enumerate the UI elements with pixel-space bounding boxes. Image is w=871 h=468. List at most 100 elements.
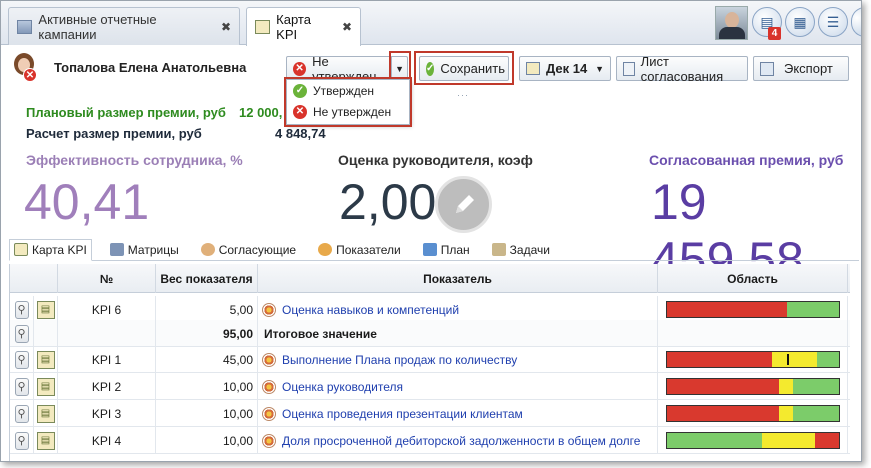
- total-row[interactable]: ⚲ 95,00 Итоговое значение: [10, 320, 850, 347]
- subtab-label: Показатели: [336, 242, 401, 257]
- paperclip-icon[interactable]: ⚲: [14, 404, 29, 423]
- indicator-link[interactable]: Выполнение Плана продаж по количеству: [282, 353, 517, 367]
- status-option-not-approved[interactable]: ✕ Не утвержден: [287, 101, 409, 122]
- period-select[interactable]: Дек 14 ▼: [519, 56, 611, 81]
- notification-count-badge: 4: [768, 27, 781, 40]
- table-row[interactable]: ⚲ ▤ KPI 3 10,00 Оценка проведения презентаци…: [10, 400, 850, 427]
- export-icon: [760, 61, 774, 76]
- area-cell: [658, 373, 848, 400]
- efficiency-label: Эффективность сотрудника, %: [26, 152, 243, 168]
- subtab-plan[interactable]: План: [419, 239, 474, 261]
- area-segment: [778, 379, 793, 394]
- area-segment: [761, 433, 815, 448]
- not-approved-icon: ✕: [293, 61, 307, 76]
- not-approved-icon: ✕: [293, 104, 307, 119]
- area-cell: [658, 346, 848, 373]
- close-icon[interactable]: ✖: [332, 20, 352, 34]
- indicator-icon: [262, 406, 276, 421]
- area-cell: [658, 400, 848, 427]
- header-number[interactable]: №: [58, 264, 156, 293]
- efficiency-value: 40,41: [24, 174, 150, 230]
- chevron-down-icon[interactable]: ▼: [391, 57, 407, 80]
- attachment-cell: ⚲: [10, 400, 34, 427]
- status-option-approved[interactable]: ✓ Утвержден: [287, 80, 409, 101]
- status-select[interactable]: ✕ Не утвержден ▼: [286, 54, 408, 84]
- plan-bonus-value: 12 000,: [239, 105, 283, 120]
- calc-bonus-label: Расчет размер премии, руб: [26, 126, 202, 141]
- header-weight[interactable]: Вес показателя: [156, 264, 258, 293]
- table-row[interactable]: ⚲ ▤ KPI 6 5,00 Оценка навыков и компетенций: [10, 296, 850, 323]
- kpi-card-icon[interactable]: ▤: [36, 350, 55, 369]
- table-header: № Вес показателя Показатель Область: [10, 264, 850, 293]
- indicator-icon: [262, 379, 276, 394]
- close-icon[interactable]: ✖: [211, 20, 231, 34]
- indicator-link[interactable]: Оценка навыков и компетенций: [282, 303, 459, 317]
- subtab-approvers[interactable]: Согласующие: [197, 239, 300, 261]
- option-label: Утвержден: [313, 83, 375, 98]
- card-cell: ▤: [34, 373, 58, 400]
- splitter-handle[interactable]: ···: [457, 90, 489, 100]
- header-indicator[interactable]: Показатель: [258, 264, 658, 293]
- indicator-link[interactable]: Оценка руководителя: [282, 380, 403, 394]
- paperclip-icon[interactable]: ⚲: [14, 377, 29, 396]
- area-segment: [787, 302, 839, 317]
- kpi-weight: 10,00: [156, 400, 258, 427]
- user-avatar[interactable]: [715, 6, 748, 40]
- table-row[interactable]: ⚲ ▤ KPI 4 10,00 Доля просроченной дебиторско…: [10, 427, 850, 454]
- tab-active-campaigns[interactable]: Активные отчетные кампании ✖: [8, 7, 240, 45]
- subtab-tasks[interactable]: Задачи: [488, 239, 554, 261]
- indicator-link[interactable]: Оценка проведения презентации клиентам: [282, 407, 523, 421]
- paperclip-icon[interactable]: ⚲: [14, 350, 29, 369]
- card-cell: ▤: [34, 296, 58, 323]
- app-window: Активные отчетные кампании ✖ Карта KPI ✖…: [0, 0, 862, 462]
- kpi-card-icon[interactable]: ▤: [36, 377, 55, 396]
- area-segment: [816, 352, 839, 367]
- kpi-card-icon[interactable]: ▤: [36, 431, 55, 450]
- grid-icon[interactable]: ▦: [785, 7, 815, 37]
- kpi-card-icon[interactable]: ▤: [36, 404, 55, 423]
- more-icon[interactable]: [851, 7, 861, 37]
- kpi-card-icon: [255, 20, 271, 34]
- subtab-matrices[interactable]: Матрицы: [106, 239, 183, 261]
- export-button[interactable]: Экспорт: [753, 56, 849, 81]
- header-actions: [10, 264, 58, 293]
- card-cell: ▤: [34, 346, 58, 373]
- matrix-icon: [109, 243, 124, 256]
- area-segment: [667, 433, 762, 448]
- paperclip-icon[interactable]: ⚲: [14, 324, 29, 343]
- indicator-icon: [318, 243, 333, 256]
- tab-label: Активные отчетные кампании: [38, 11, 157, 42]
- area-cell: [658, 320, 848, 347]
- paperclip-icon[interactable]: ⚲: [14, 300, 29, 319]
- kpi-card-icon[interactable]: ▤: [36, 300, 55, 319]
- card-cell: [34, 320, 58, 347]
- checkmark-icon: ✓: [426, 61, 435, 76]
- total-label: Итоговое значение: [258, 320, 658, 347]
- area-segment: [792, 406, 839, 421]
- list-icon[interactable]: ☰: [818, 7, 848, 37]
- subtab-label: Задачи: [509, 242, 550, 257]
- subtab-kpi-card[interactable]: Карта KPI: [9, 238, 92, 261]
- area-segment: [814, 433, 839, 448]
- area-bar: [666, 405, 840, 422]
- subtab-label: Карта KPI: [32, 242, 87, 257]
- attachment-cell: ⚲: [10, 373, 34, 400]
- approval-sheet-button[interactable]: Лист согласования: [616, 54, 748, 84]
- header-area[interactable]: Область: [658, 264, 848, 293]
- kpi-number: KPI 2: [58, 373, 156, 400]
- edit-pencil-icon[interactable]: [435, 176, 492, 233]
- employee-avatar: ✕: [12, 53, 37, 83]
- value-marker: [787, 354, 790, 365]
- paperclip-icon[interactable]: ⚲: [14, 431, 29, 450]
- subtab-indicators[interactable]: Показатели: [314, 239, 405, 261]
- kpi-number: KPI 3: [58, 400, 156, 427]
- plan-icon: [422, 243, 437, 256]
- tab-kpi-card[interactable]: Карта KPI ✖: [246, 7, 361, 46]
- indicator-link[interactable]: Доля просроченной дебиторской задолженно…: [282, 434, 640, 448]
- indicator-cell: Оценка проведения презентации клиентам: [258, 400, 658, 427]
- table-row[interactable]: ⚲ ▤ KPI 2 10,00 Оценка руководителя: [10, 373, 850, 400]
- table-row[interactable]: ⚲ ▤ KPI 1 45,00 Выполнение Плана продаж по к…: [10, 346, 850, 373]
- attachment-cell: ⚲: [10, 320, 34, 347]
- area-bar: [666, 301, 840, 318]
- save-button[interactable]: ✓ Сохранить: [419, 56, 509, 81]
